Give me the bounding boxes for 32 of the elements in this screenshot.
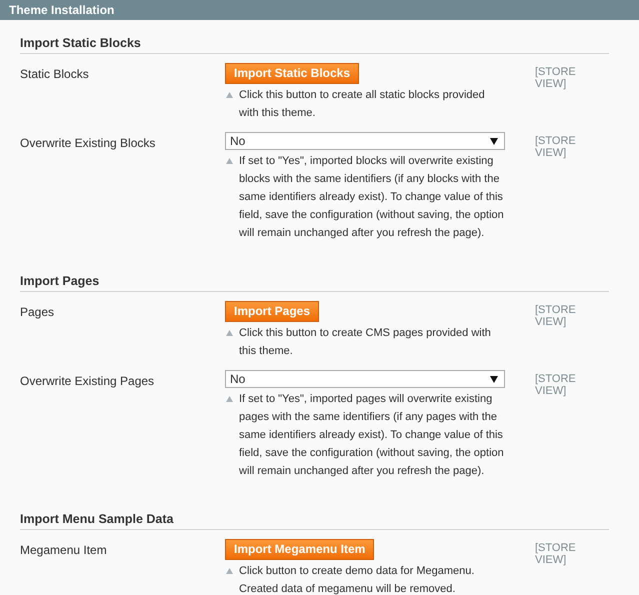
import-button[interactable]: Import Megamenu Item [225,539,374,560]
hint-icon [226,396,233,402]
hint-icon [226,158,233,164]
scope-label: [STORE VIEW] [535,134,577,159]
section-title: Import Menu Sample Data [20,512,609,530]
field-note: Click this button to create all static blocks provided with this theme. [239,88,486,121]
field-label: Overwrite Existing Blocks [20,135,156,150]
field-label: Megamenu Item [20,542,108,557]
panel-title: Theme Installation [9,3,114,17]
select-field[interactable]: No [225,370,505,388]
field-note: If set to "Yes", imported pages will overwrite existing pages with the same identifiers (if any pages with the same identifiers already exist). To change value of this field, save the configuration (without saving, the option will remain unchanged after you refresh the page). [239,392,505,479]
scope-label: [STORE VIEW] [535,541,577,566]
field-label: Overwrite Existing Pages [20,373,156,388]
scope-label: [STORE VIEW] [535,372,577,397]
field-label: Static Blocks [20,66,90,81]
hint-icon [226,92,233,98]
scope-label: [STORE VIEW] [535,65,577,90]
field-note: Click button to create demo data for Megamenu. [239,564,474,579]
section-title: Import Static Blocks [20,36,609,54]
hint-icon [226,568,233,574]
import-button[interactable]: Import Pages [225,301,320,322]
import-button[interactable]: Import Static Blocks [225,63,360,84]
caret-icon [490,138,498,144]
section-title: Import Pages [20,274,609,292]
field-note: Click this button to create CMS pages provided with this theme. [239,326,492,359]
field-note: Created data of megamenu will be removed. [239,582,456,595]
scope-label: [STORE VIEW] [535,303,577,328]
select-field[interactable]: No [225,132,505,150]
field-note: If set to "Yes", imported blocks will overwrite existing blocks with the same identifiers (if any blocks with the same identifiers already exist). To change value of this field, save the configuration (without saving, the option will remain unchanged after you refresh the page). [239,154,505,241]
field-label: Pages [20,304,56,319]
caret-icon [490,376,498,382]
hint-icon [226,330,233,336]
